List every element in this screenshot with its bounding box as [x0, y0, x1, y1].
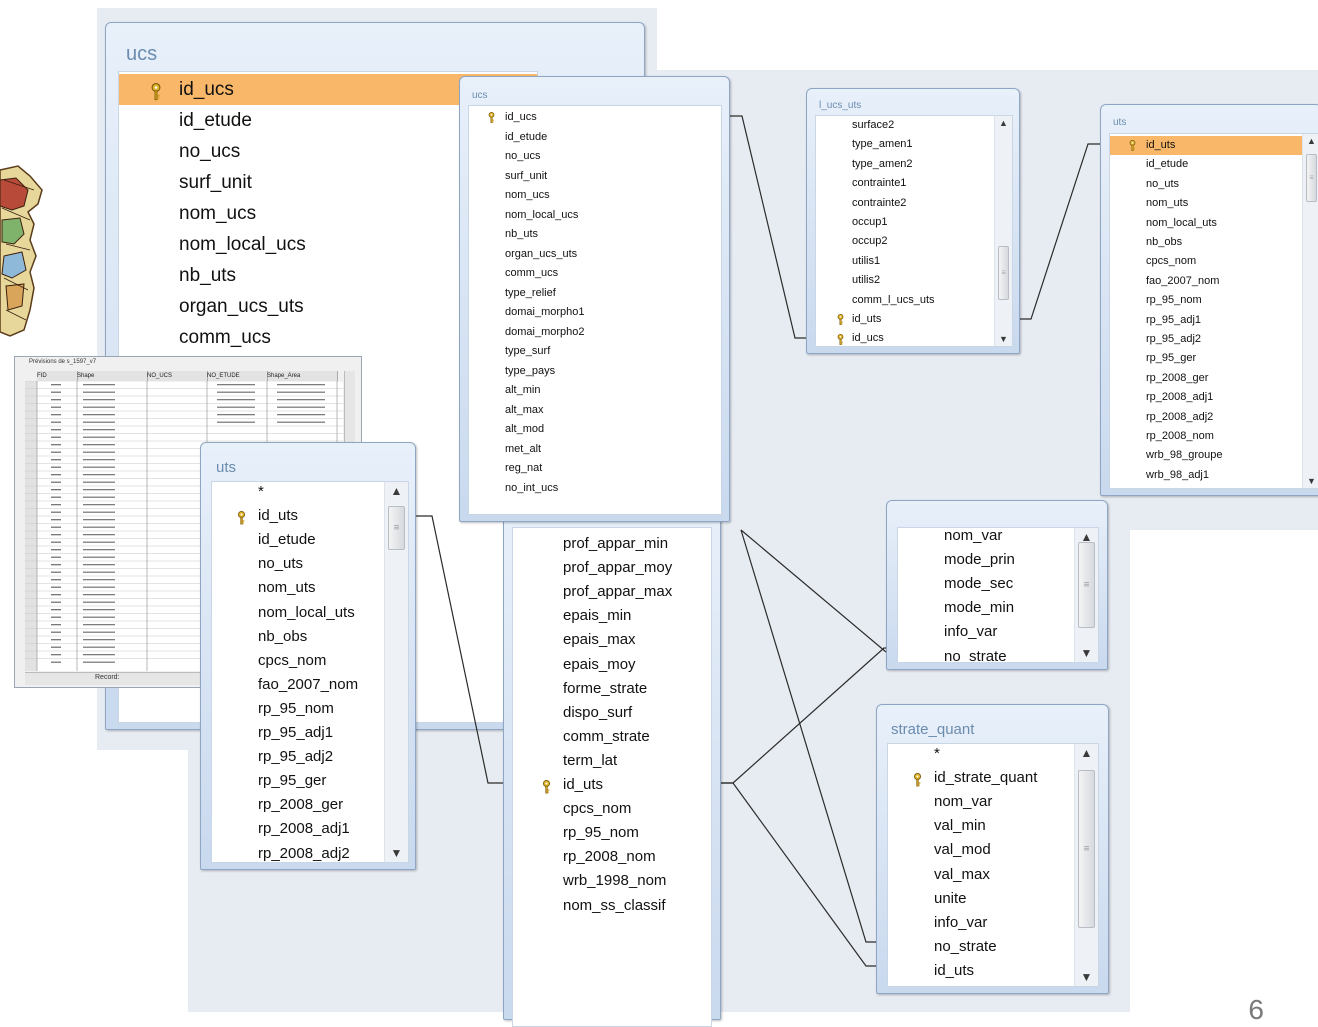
page-number: 6 [1248, 994, 1264, 1025]
relationship-lines [416, 115, 1100, 967]
